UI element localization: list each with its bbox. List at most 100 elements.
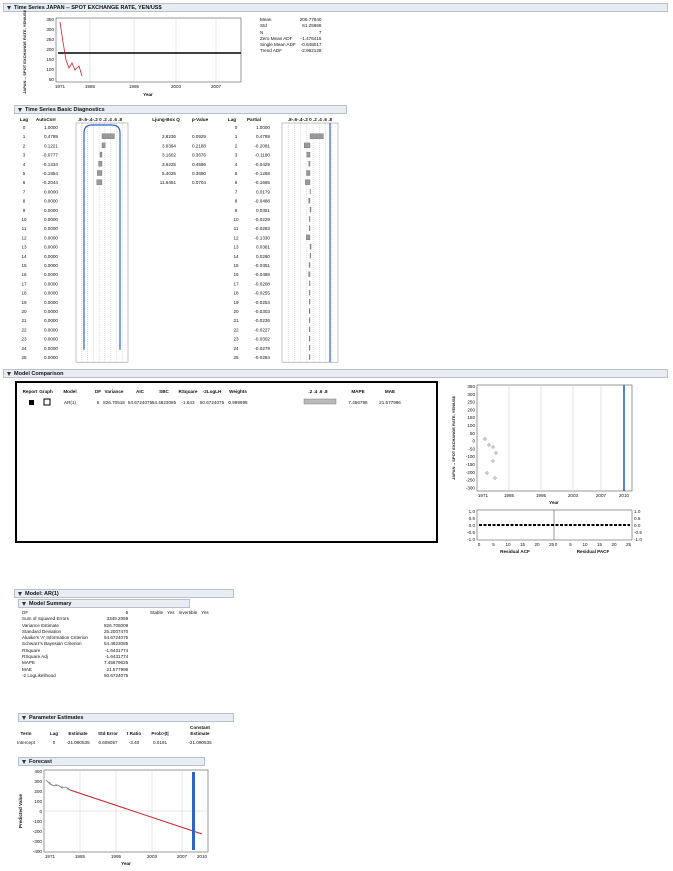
diag-lag: 20 [21, 309, 27, 314]
mc-col-1: Graph [39, 389, 53, 394]
diag-lag: 8 [23, 199, 26, 204]
diag-lag: 22 [21, 327, 27, 332]
disclosure-triangle-icon[interactable] [18, 591, 22, 596]
diag-autocorr: 0.0000 [44, 208, 58, 213]
fc-xtick: 2007 [177, 854, 188, 859]
pacf-bar [309, 133, 324, 139]
mc-col-12: MAE [385, 389, 395, 394]
report-checkbox[interactable] [29, 400, 34, 405]
disclosure-triangle-icon[interactable] [22, 759, 26, 764]
mc-cell-8: 50.6724075 [200, 400, 225, 405]
diag-partial: 0.4789 [256, 134, 270, 139]
pe-col-6-a: Constant [190, 725, 210, 730]
diag-autocorr: 0.0000 [44, 199, 58, 204]
resid-xtick: 15 [597, 542, 603, 547]
ts-ytick: 200 [46, 47, 54, 52]
pacf-bar [309, 253, 311, 259]
resid-xtick: 25 [626, 542, 632, 547]
diag-autocorr: 1.0000 [44, 125, 58, 130]
diag-lag: 1 [23, 134, 26, 139]
ts-stat-label: Trend ADF [260, 48, 283, 54]
forecast-header[interactable]: Forecast [18, 757, 205, 766]
diag-lag: 0 [23, 125, 26, 130]
disclosure-triangle-icon[interactable] [7, 5, 11, 10]
diag-ljung-box: 11.6451 [160, 180, 177, 185]
diag-partial: -0.0488 [254, 272, 270, 277]
mc-col-0: Report [23, 389, 38, 394]
col-pac-scale: .8-.6-.4-.2 0 .2 .4 .6 .8 [288, 117, 333, 122]
mc-ylabel: JAPAN -- SPOT EXCHANGE RATE, YEN/US$ [451, 395, 456, 480]
diag-partial: -0.0279 [254, 346, 270, 351]
model-summary-header[interactable]: Model Summary [18, 599, 190, 608]
diag-autocorr: 0.0000 [44, 300, 58, 305]
fc-ytick: -300 [33, 839, 43, 844]
diag-autocorr: -0.0777 [42, 153, 58, 158]
pe-cell-5: 0.0191 [153, 740, 167, 745]
diag-partial: -0.1268 [254, 171, 270, 176]
mc-col-11: MAPE [351, 389, 364, 394]
pe-cell-1: 0 [53, 740, 56, 745]
mc-ytick: 250 [467, 400, 475, 405]
mc-residual-plot: 1.0 0.5 0.0 -0.5 -1.0 1.0 0.5 0.0 -0.5 -1.0 0 5 10… [467, 509, 642, 554]
ts-stat-value: 61.25868 [302, 23, 322, 29]
fc-ytick: 200 [34, 789, 42, 794]
diag-lag: 17 [21, 281, 27, 286]
mc-ytick: 50 [470, 431, 476, 436]
col-ljung-box: Ljung-Box Q [152, 117, 180, 122]
mc-cell-5: 54.6724075 [128, 400, 153, 405]
pe-cell-6: -21.090535 [188, 740, 212, 745]
ts-xtick: 1985 [85, 84, 96, 89]
mc-col-2: Model [63, 389, 76, 394]
model-ar1-header[interactable]: Model: AR(1) [14, 589, 234, 598]
diag-pvalue: 0.0929 [192, 134, 206, 139]
summary-value: 50.6724075 [103, 672, 129, 678]
pacf-bar [309, 335, 311, 342]
diag-autocorr: 0.0000 [44, 217, 58, 222]
col-pvalue: p-Value [192, 117, 209, 122]
diag-lag-2: 16 [233, 272, 239, 277]
diag-partial: -0.0302 [254, 337, 270, 342]
diag-autocorr: 0.0000 [44, 226, 58, 231]
diag-partial: -0.1180 [255, 153, 271, 158]
disclosure-triangle-icon[interactable] [22, 601, 26, 606]
acf-bar [98, 161, 103, 167]
time-series-header[interactable]: Time Series JAPAN -- SPOT EXCHANGE RATE,… [3, 3, 668, 12]
pe-col-1: Lag [50, 731, 58, 736]
ts-stats-table: Mean 206.77840 Std 61.25868 N 7 Zero Mean ADF -… [258, 17, 323, 55]
diag-partial: -0.0254 [254, 300, 270, 305]
resid-ytick-left: -0.5 [467, 530, 475, 535]
pacf-bar [309, 354, 311, 360]
diag-lag-2: 11 [234, 226, 239, 231]
disclosure-triangle-icon[interactable] [18, 107, 22, 112]
diag-pvalue: 0.4596 [192, 162, 206, 167]
diag-autocorr: -0.1334 [42, 162, 58, 167]
weights-bar [303, 398, 337, 405]
diag-partial: -0.0351 [254, 263, 270, 268]
diag-lag: 15 [21, 263, 27, 268]
fc-ytick: 400 [34, 769, 42, 774]
mc-xtick: 1995 [536, 493, 547, 498]
diag-lag-2: 9 [235, 208, 238, 213]
graph-checkbox[interactable] [43, 398, 51, 406]
ts-ytick: 350 [46, 17, 54, 22]
pacf-bar [309, 216, 311, 222]
col-autocorr: AutoCorr [36, 117, 56, 122]
diagnostics-header[interactable]: Time Series Basic Diagnostics [14, 105, 347, 114]
disclosure-triangle-icon[interactable] [7, 371, 11, 376]
mc-xtick: 1985 [504, 493, 515, 498]
col-lag: Lag [20, 117, 28, 122]
pacf-bar [309, 308, 311, 314]
diag-lag-2: 25 [233, 355, 239, 360]
diag-partial: -0.0488 [254, 199, 270, 204]
time-series-plot: 350 300 250 200 150 100 50 1971 1985 1995 2003 200… [22, 9, 242, 97]
parameter-estimates-header[interactable]: Parameter Estimates [18, 713, 234, 722]
model-comparison-header[interactable]: Model Comparison [3, 369, 668, 378]
diag-pvalue: 0.3676 [192, 153, 206, 158]
ts-xtick: 2007 [211, 84, 222, 89]
ts-xlabel: Year [143, 92, 153, 97]
diag-autocorr: 0.0000 [44, 327, 58, 332]
diag-ljung-box: 3.0394 [162, 143, 176, 148]
diag-pvalue: 0.2188 [192, 143, 206, 148]
disclosure-triangle-icon[interactable] [22, 715, 26, 720]
pacf-bar [309, 243, 312, 250]
